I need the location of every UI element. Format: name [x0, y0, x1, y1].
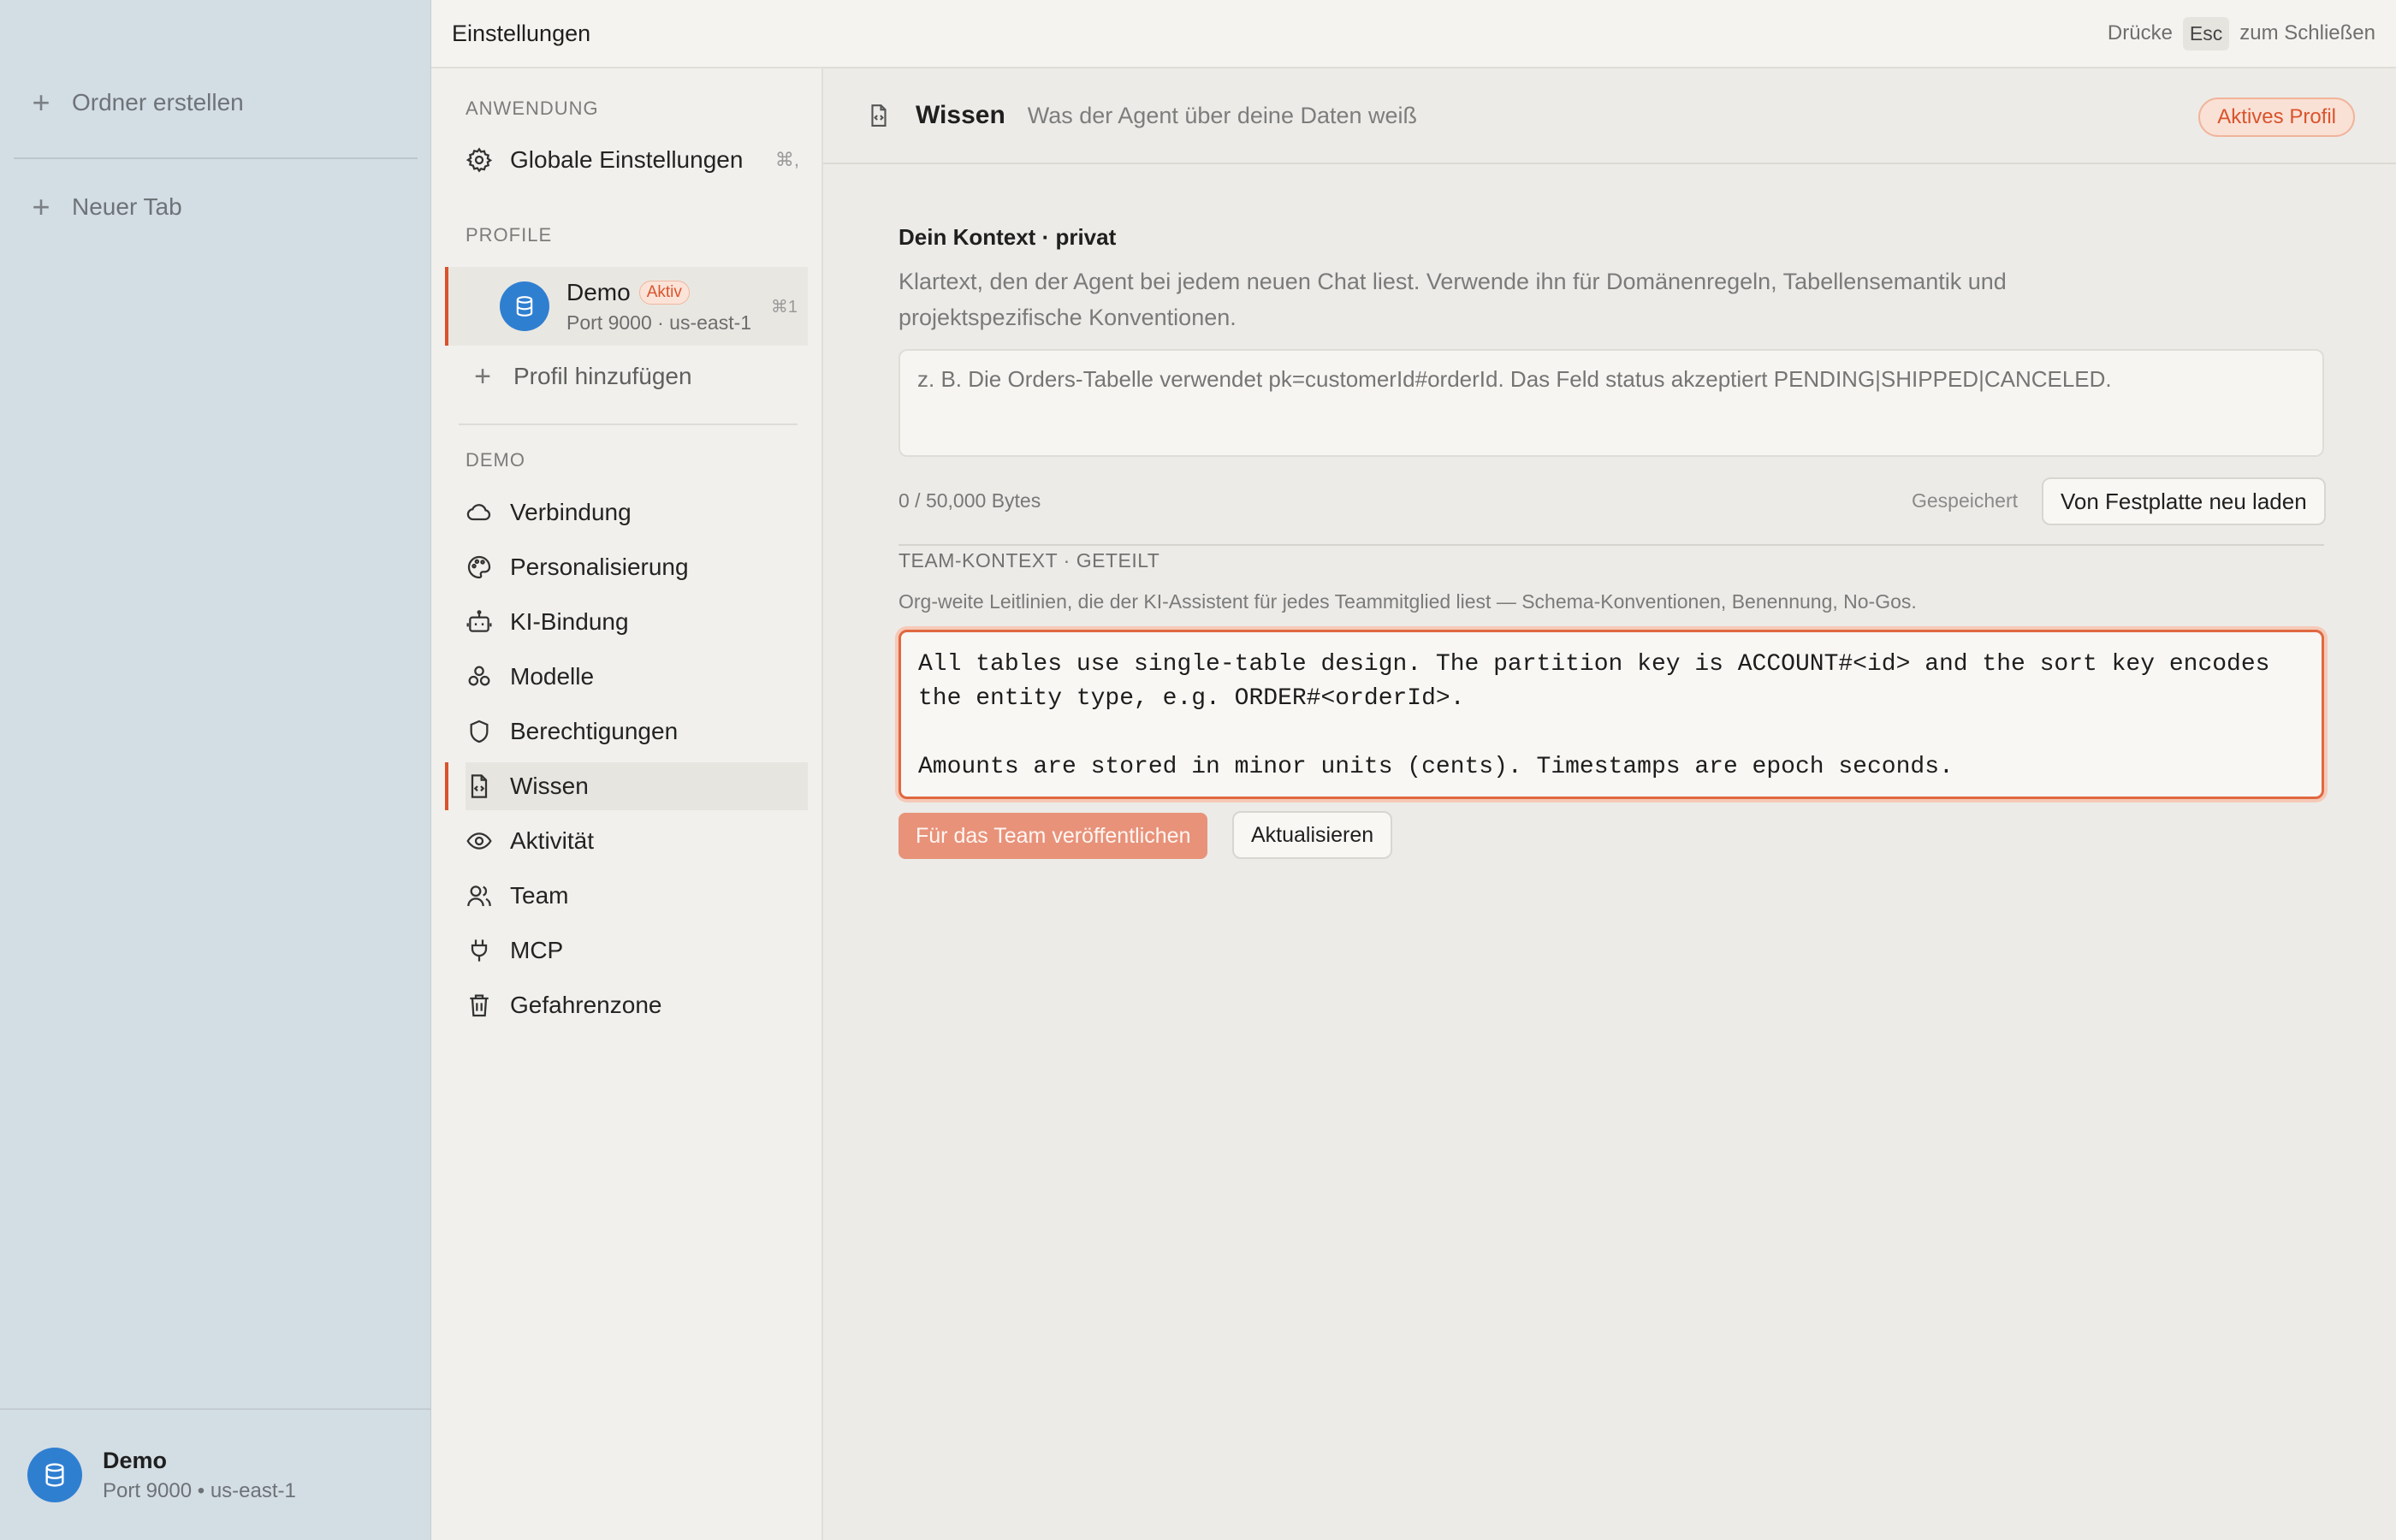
- document-code-icon: [871, 104, 887, 127]
- plug-icon: [471, 939, 488, 962]
- database-icon: [500, 281, 549, 331]
- nav-item-global-settings[interactable]: Globale Einstellungen ⌘,: [466, 136, 808, 184]
- new-tab-label: Neuer Tab: [72, 193, 182, 220]
- content-header: Wissen Was der Agent über deine Daten we…: [823, 68, 2396, 164]
- page-title: Einstellungen: [452, 20, 591, 46]
- profile-item-demo[interactable]: Demo Aktiv Port 9000 · us-east-1 ⌘1: [445, 267, 808, 346]
- add-profile-button[interactable]: + Profil hinzufügen: [469, 352, 811, 400]
- section-subheading: Was der Agent über deine Daten weiß: [1027, 102, 1418, 128]
- nav-item-label: Modelle: [510, 663, 595, 690]
- models-icon: [468, 666, 490, 686]
- cloud-icon: [466, 504, 491, 521]
- nav-item-wissen[interactable]: Wissen: [445, 762, 808, 810]
- trash-icon: [470, 994, 489, 1017]
- section-application: ANWENDUNG: [466, 98, 599, 119]
- nav-item-label: Verbindung: [510, 499, 632, 525]
- gear-icon: [466, 147, 493, 173]
- profile-name: Demo: [566, 278, 631, 305]
- esc-key[interactable]: Esc: [2182, 16, 2230, 50]
- nav-item-personalisierung[interactable]: Personalisierung: [466, 543, 808, 591]
- shortcut-hint: ⌘,: [774, 149, 799, 170]
- nav-item-label: Personalisierung: [510, 554, 689, 580]
- main-content: Wissen Was der Agent über deine Daten we…: [823, 68, 2396, 1540]
- private-context-description: Klartext, den der Agent bei jedem neuen …: [898, 269, 2007, 330]
- section-profiles: PROFILE: [466, 224, 553, 246]
- footer-connection-sub: Port 9000 • us-east-1: [103, 1478, 296, 1502]
- nav-item-team[interactable]: Team: [466, 872, 808, 920]
- nav-item-label: Team: [510, 882, 569, 909]
- nav-item-label: Aktivität: [510, 827, 595, 854]
- team-context-input[interactable]: All tables use single-table design. The …: [898, 630, 2324, 799]
- close-hint: Drücke Esc zum Schließen: [2107, 16, 2375, 50]
- eye-icon: [466, 832, 492, 850]
- nav-item-label: Wissen: [510, 773, 589, 799]
- nav-item-modelle[interactable]: Modelle: [466, 653, 808, 701]
- close-hint-suffix: zum Schließen: [2239, 21, 2375, 44]
- nav-item-gefahrenzone[interactable]: Gefahrenzone: [466, 981, 808, 1029]
- saved-status: Gespeichert: [1912, 489, 2019, 512]
- nav-item-label: KI-Bindung: [510, 608, 629, 635]
- footer-connection-name: Demo: [103, 1447, 168, 1473]
- nav-item-label: Globale Einstellungen: [510, 146, 744, 173]
- nav-item-label: Gefahrenzone: [510, 992, 662, 1018]
- nav-item-berechtigungen[interactable]: Berechtigungen: [466, 708, 808, 755]
- plus-icon: +: [32, 85, 50, 120]
- active-badge: Aktiv: [638, 280, 690, 305]
- nav-item-label: MCP: [510, 937, 564, 963]
- new-tab-button[interactable]: + Neuer Tab: [29, 186, 182, 228]
- shortcut-hint: ⌘1: [770, 298, 798, 317]
- plus-icon: +: [32, 189, 50, 224]
- database-icon: [27, 1448, 82, 1502]
- document-code-icon: [471, 774, 488, 798]
- publish-to-team-button[interactable]: Für das Team veröffentlichen: [898, 813, 1208, 859]
- add-profile-label: Profil hinzufügen: [513, 363, 692, 389]
- reload-from-disk-button[interactable]: Von Festplatte neu laden: [2042, 477, 2326, 525]
- shield-icon: [470, 720, 489, 743]
- close-hint-prefix: Drücke: [2107, 21, 2173, 44]
- settings-nav: ANWENDUNG Globale Einstellungen ⌘, PROFI…: [431, 68, 823, 1540]
- sidebar-divider: [14, 157, 418, 159]
- team-context-description: Org-weite Leitlinien, die der KI-Assiste…: [898, 590, 1917, 613]
- active-profile-badge: Aktives Profil: [2198, 98, 2355, 137]
- nav-divider: [459, 424, 798, 425]
- app-sidebar: + Ordner erstellen + Neuer Tab Demo Port…: [0, 0, 431, 1540]
- private-context-title: Dein Kontext · privat: [898, 224, 1117, 250]
- team-context-title: TEAM-KONTEXT · GETEILT: [898, 549, 1160, 572]
- section-demo: DEMO: [466, 449, 525, 471]
- profile-sub: Port 9000 · us-east-1: [566, 311, 752, 334]
- private-context-input[interactable]: [898, 349, 2324, 457]
- section-heading: Wissen: [916, 101, 1005, 129]
- nav-item-aktivitaet[interactable]: Aktivität: [466, 817, 808, 865]
- update-button[interactable]: Aktualisieren: [1232, 811, 1393, 859]
- nav-item-label: Berechtigungen: [510, 718, 679, 744]
- nav-item-mcp[interactable]: MCP: [466, 927, 808, 974]
- palette-icon: [467, 555, 491, 579]
- byte-counter: 0 / 50,000 Bytes: [898, 489, 1041, 512]
- nav-item-verbindung[interactable]: Verbindung: [466, 489, 808, 536]
- team-divider: [898, 544, 2324, 546]
- connection-footer[interactable]: Demo Port 9000 • us-east-1: [0, 1408, 431, 1540]
- plus-icon: +: [474, 359, 491, 393]
- robot-icon: [466, 610, 492, 632]
- create-folder-button[interactable]: + Ordner erstellen: [29, 81, 244, 124]
- create-folder-label: Ordner erstellen: [72, 89, 244, 116]
- users-icon: [467, 886, 491, 907]
- nav-item-ki-bindung[interactable]: KI-Bindung: [466, 598, 808, 646]
- settings-header: Einstellungen Drücke Esc zum Schließen: [431, 0, 2396, 68]
